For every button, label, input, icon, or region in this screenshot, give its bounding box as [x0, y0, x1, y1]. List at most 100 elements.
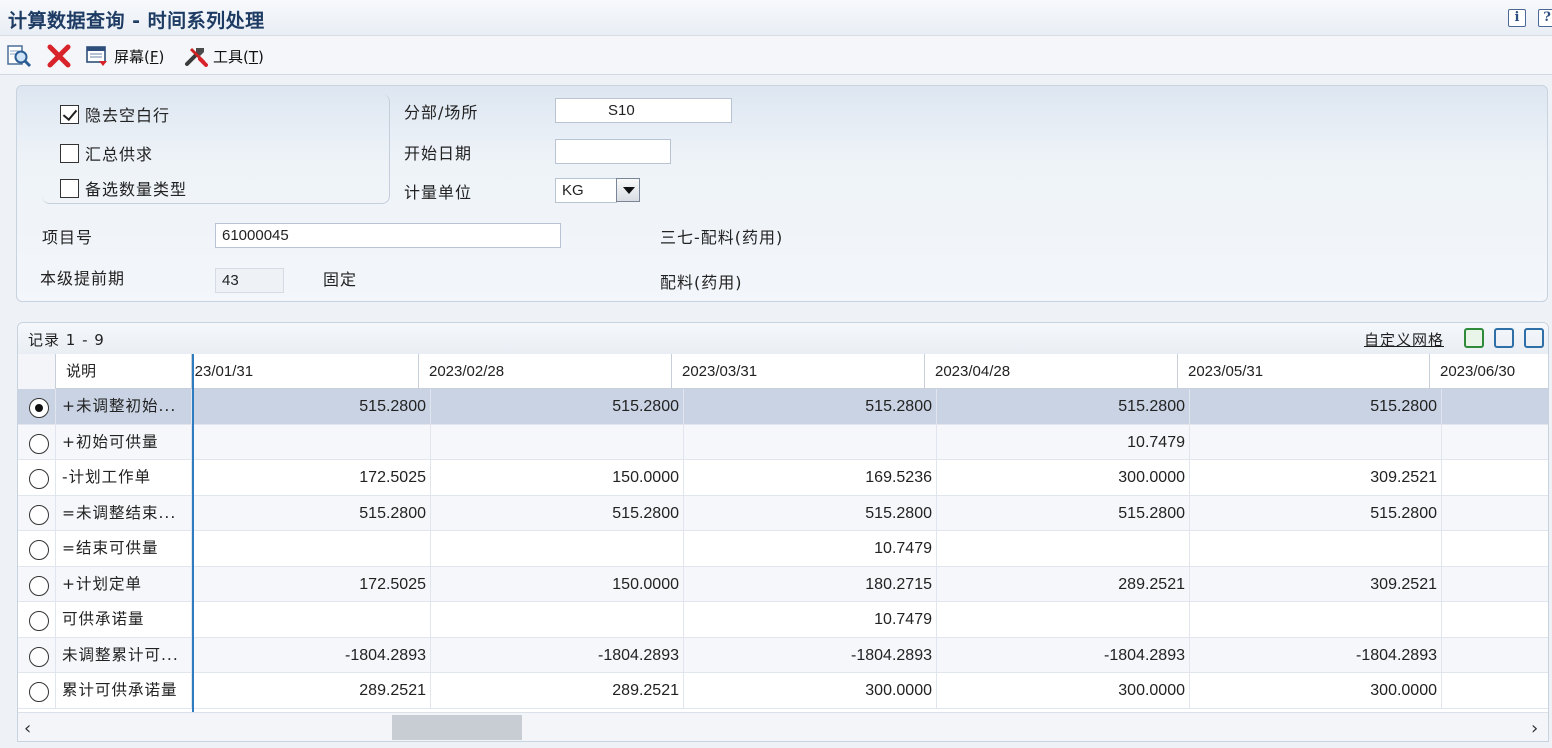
value-cell: -1804.2893: [431, 637, 684, 672]
description-column-header[interactable]: 说明: [56, 354, 192, 389]
start-date-input[interactable]: [555, 139, 671, 164]
option-hide-blank-rows[interactable]: 隐去空白行: [60, 102, 170, 126]
row-radio[interactable]: [29, 540, 49, 560]
row-description: 未调整累计可...: [56, 637, 192, 672]
value-cell: [192, 602, 431, 637]
time-series-grid: 记录 1 - 9 自定义网格 说明 2023/01/31 2023/02/28 …: [17, 322, 1549, 742]
item-number-input[interactable]: 61000045: [215, 223, 561, 248]
row-select-cell: [18, 495, 56, 530]
value-cell: [1442, 567, 1548, 602]
screen-menu[interactable]: 屏幕(F): [85, 43, 164, 69]
uom-select[interactable]: KG: [555, 178, 617, 203]
row-radio[interactable]: [29, 398, 49, 418]
hide-blank-checkbox[interactable]: [60, 104, 79, 124]
leadtime-value: 43: [215, 268, 284, 293]
screen-menu-label: 屏幕(: [114, 47, 150, 66]
scroll-thumb[interactable]: [392, 715, 522, 740]
value-cell: -1804.2893: [684, 637, 937, 672]
branch-input[interactable]: S10: [555, 98, 732, 123]
value-cell: 515.2800: [1190, 389, 1442, 424]
value-cell: 515.2800: [431, 389, 684, 424]
table-row[interactable]: +初始可供量 10.7479: [18, 424, 1548, 460]
summarize-checkbox[interactable]: [60, 143, 79, 163]
table-row[interactable]: -计划工作单 172.5025 150.0000 169.5236 300.0000 30…: [18, 460, 1548, 496]
value-cell: 289.2521: [192, 673, 431, 708]
branch-label: 分部/场所: [404, 103, 479, 122]
export-icon[interactable]: [1494, 328, 1514, 348]
value-cell: 150.0000: [431, 460, 684, 495]
info-icon[interactable]: i: [1508, 9, 1526, 27]
value-cell: 515.2800: [937, 389, 1190, 424]
row-radio[interactable]: [29, 504, 49, 525]
row-radio[interactable]: [29, 575, 49, 596]
row-description: 可供承诺量: [56, 602, 192, 637]
value-cell: [431, 424, 684, 459]
value-cell: 289.2521: [937, 566, 1190, 601]
row-radio[interactable]: [29, 433, 49, 454]
row-radio[interactable]: [29, 682, 49, 702]
select-button[interactable]: [6, 43, 32, 69]
table-row[interactable]: 可供承诺量 10.7479: [18, 602, 1548, 638]
value-cell: [1442, 389, 1548, 424]
column-header-date[interactable]: 2023/01/31: [192, 354, 419, 389]
help-icon[interactable]: ?: [1538, 9, 1552, 27]
row-description: =未调整结束...: [56, 495, 192, 530]
uom-dropdown-button[interactable]: [616, 178, 640, 202]
value-cell: 300.0000: [1190, 673, 1442, 708]
save-grid-icon[interactable]: [1464, 328, 1484, 348]
screen-icon: [86, 46, 107, 66]
table-row[interactable]: +未调整初始... 515.2800 515.2800 515.2800 515.280…: [18, 389, 1548, 425]
select-column-header: [18, 354, 56, 389]
item-number-label: 项目号: [42, 228, 94, 247]
row-description: =结束可供量: [56, 531, 192, 566]
column-header-date[interactable]: 2023/06/30: [1430, 354, 1548, 389]
tools-menu[interactable]: 工具(T): [184, 43, 264, 69]
row-radio[interactable]: [29, 469, 49, 489]
value-cell: 300.0000: [937, 673, 1190, 708]
frozen-column-divider: [192, 354, 194, 712]
table-row[interactable]: +计划定单 172.5025 150.0000 180.2715 289.2521 309…: [18, 566, 1548, 602]
value-cell: 10.7479: [684, 602, 937, 637]
customize-grid-link[interactable]: 自定义网格: [1364, 329, 1444, 350]
value-cell: 172.5025: [192, 460, 431, 495]
close-button[interactable]: [47, 43, 71, 69]
maximize-icon[interactable]: [1524, 328, 1544, 348]
table-row[interactable]: 未调整累计可... -1804.2893 -1804.2893 -1804.2893-…: [18, 637, 1548, 673]
value-cell: 180.2715: [684, 566, 937, 601]
value-cell: [1442, 602, 1548, 637]
column-header-date[interactable]: 2023/04/28: [925, 354, 1178, 389]
scroll-left-icon[interactable]: ‹: [24, 718, 31, 739]
table-row[interactable]: 累计可供承诺量 289.2521 289.2521 300.0000 300.0000 3…: [18, 673, 1548, 709]
column-header-date[interactable]: 2023/05/31: [1178, 354, 1430, 389]
option-summarize-supply[interactable]: 汇总供求: [60, 141, 153, 165]
column-header-row: 说明 2023/01/31 2023/02/28 2023/03/31 2023…: [18, 354, 1548, 389]
row-radio[interactable]: [29, 646, 49, 667]
column-header-date[interactable]: 2023/03/31: [672, 354, 925, 389]
value-cell: 515.2800: [1190, 495, 1442, 530]
table-row[interactable]: =结束可供量 10.7479: [18, 531, 1548, 567]
screen-menu-paren: ): [158, 47, 165, 66]
option-alt-qty-type[interactable]: 备选数量类型: [60, 176, 187, 200]
scroll-right-icon[interactable]: ›: [1531, 718, 1538, 739]
row-description: +计划定单: [56, 566, 192, 601]
alt-qty-label: 备选数量类型: [85, 180, 188, 199]
column-header-date[interactable]: 2023/02/28: [419, 354, 672, 389]
value-cell: [1190, 602, 1442, 637]
tools-menu-label: 工具(: [213, 47, 249, 66]
alt-qty-checkbox[interactable]: [60, 178, 79, 198]
grid-header-bar: 记录 1 - 9 自定义网格: [18, 323, 1548, 354]
value-cell: [431, 531, 684, 566]
title-bar: 计算数据查询 - 时间系列处理 i ?: [0, 0, 1552, 36]
row-select-cell: [18, 566, 56, 601]
row-radio[interactable]: [29, 611, 49, 631]
table-row[interactable]: =未调整结束... 515.2800 515.2800 515.2800 515.280…: [18, 495, 1548, 531]
row-select-cell: [18, 424, 56, 459]
value-cell: 150.0000: [431, 566, 684, 601]
row-select-cell: [18, 602, 56, 637]
horizontal-scrollbar[interactable]: ‹ ›: [18, 712, 1548, 741]
item-description-2: 配料(药用): [660, 273, 743, 292]
value-cell: 309.2521: [1190, 460, 1442, 495]
value-cell: [1442, 673, 1548, 708]
row-select-cell: [18, 673, 56, 708]
row-select-cell: [18, 460, 56, 495]
